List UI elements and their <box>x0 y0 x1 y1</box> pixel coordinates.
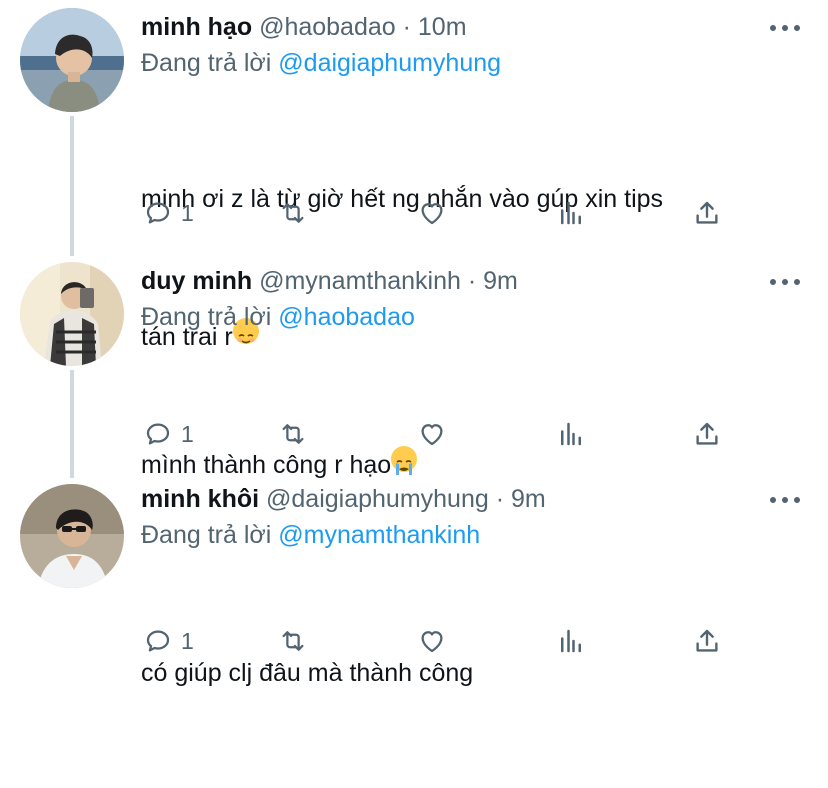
display-name[interactable]: minh hạo <box>141 13 252 41</box>
reply-icon <box>146 202 170 224</box>
analytics-icon <box>561 422 581 446</box>
tweet-header: duy minh @mynamthankinh · 9m <box>141 264 518 298</box>
reply-count: 1 <box>181 627 194 654</box>
tweet-text: có giúp clj đâu mà thành công <box>141 558 781 788</box>
more-icon[interactable] <box>770 278 800 286</box>
separator-dot: · <box>495 485 505 513</box>
tweet[interactable]: duy minh @mynamthankinh · 9m Đang trả lờ… <box>0 254 828 479</box>
like-button[interactable] <box>417 193 447 233</box>
tweet[interactable]: minh hạo @haobadao · 10m Đang trả lời @d… <box>0 0 828 351</box>
tweet-actions: 1 <box>141 193 741 233</box>
reply-count: 1 <box>181 420 194 447</box>
avatar[interactable] <box>20 484 124 588</box>
reply-icon <box>146 423 170 445</box>
reply-button[interactable]: 1 <box>143 621 194 661</box>
replying-to: Đang trả lời @daigiaphumyhung <box>141 46 501 80</box>
username[interactable]: @daigiaphumyhung <box>266 485 489 513</box>
replying-to-label: Đang trả lời <box>141 521 279 549</box>
reply-button[interactable]: 1 <box>143 414 194 454</box>
username[interactable]: @haobadao <box>259 13 396 41</box>
reply-count: 1 <box>181 199 194 226</box>
tweet-actions: 1 <box>141 621 741 661</box>
username[interactable]: @mynamthankinh <box>259 267 461 295</box>
share-icon <box>696 201 718 224</box>
reply-button[interactable]: 1 <box>143 193 194 233</box>
like-button[interactable] <box>417 621 447 661</box>
replying-to: Đang trả lời @mynamthankinh <box>141 518 480 552</box>
retweet-button[interactable] <box>278 193 308 233</box>
share-icon <box>696 422 718 445</box>
like-button[interactable] <box>417 414 447 454</box>
share-button[interactable] <box>692 621 722 661</box>
more-icon[interactable] <box>770 24 800 32</box>
analytics-button[interactable] <box>556 193 586 233</box>
mention-link[interactable]: @daigiaphumyhung <box>278 49 501 77</box>
replying-to-label: Đang trả lời <box>141 303 279 331</box>
analytics-button[interactable] <box>556 621 586 661</box>
mention-link[interactable]: @mynamthankinh <box>278 521 480 549</box>
like-icon <box>421 203 443 225</box>
avatar[interactable] <box>20 8 124 112</box>
share-button[interactable] <box>692 193 722 233</box>
tweet-header: minh khôi @daigiaphumyhung · 9m <box>141 482 546 516</box>
mention-link[interactable]: @haobadao <box>278 303 415 331</box>
replying-to: Đang trả lời @haobadao <box>141 300 415 334</box>
tweet[interactable]: minh khôi @daigiaphumyhung · 9m Đang trả… <box>0 474 828 687</box>
tweet-actions: 1 <box>141 414 741 454</box>
timestamp[interactable]: 9m <box>511 485 546 513</box>
retweet-button[interactable] <box>278 621 308 661</box>
analytics-icon <box>561 201 581 225</box>
retweet-icon <box>282 203 304 223</box>
like-icon <box>421 631 443 653</box>
retweet-icon <box>282 424 304 444</box>
avatar[interactable] <box>20 262 124 366</box>
display-name[interactable]: minh khôi <box>141 485 259 513</box>
analytics-button[interactable] <box>556 414 586 454</box>
separator-dot: · <box>467 267 477 295</box>
timestamp[interactable]: 9m <box>483 267 518 295</box>
separator-dot: · <box>402 13 411 41</box>
like-icon <box>421 424 443 446</box>
timestamp[interactable]: 10m <box>418 13 467 41</box>
retweet-icon <box>282 631 304 651</box>
reply-icon <box>146 630 170 652</box>
share-button[interactable] <box>692 414 722 454</box>
analytics-icon <box>561 629 581 653</box>
tweet-header: minh hạo @haobadao · 10m <box>141 10 467 44</box>
retweet-button[interactable] <box>278 414 308 454</box>
share-icon <box>696 629 718 652</box>
display-name[interactable]: duy minh <box>141 267 252 295</box>
more-icon[interactable] <box>770 496 800 504</box>
replying-to-label: Đang trả lời <box>141 49 279 77</box>
